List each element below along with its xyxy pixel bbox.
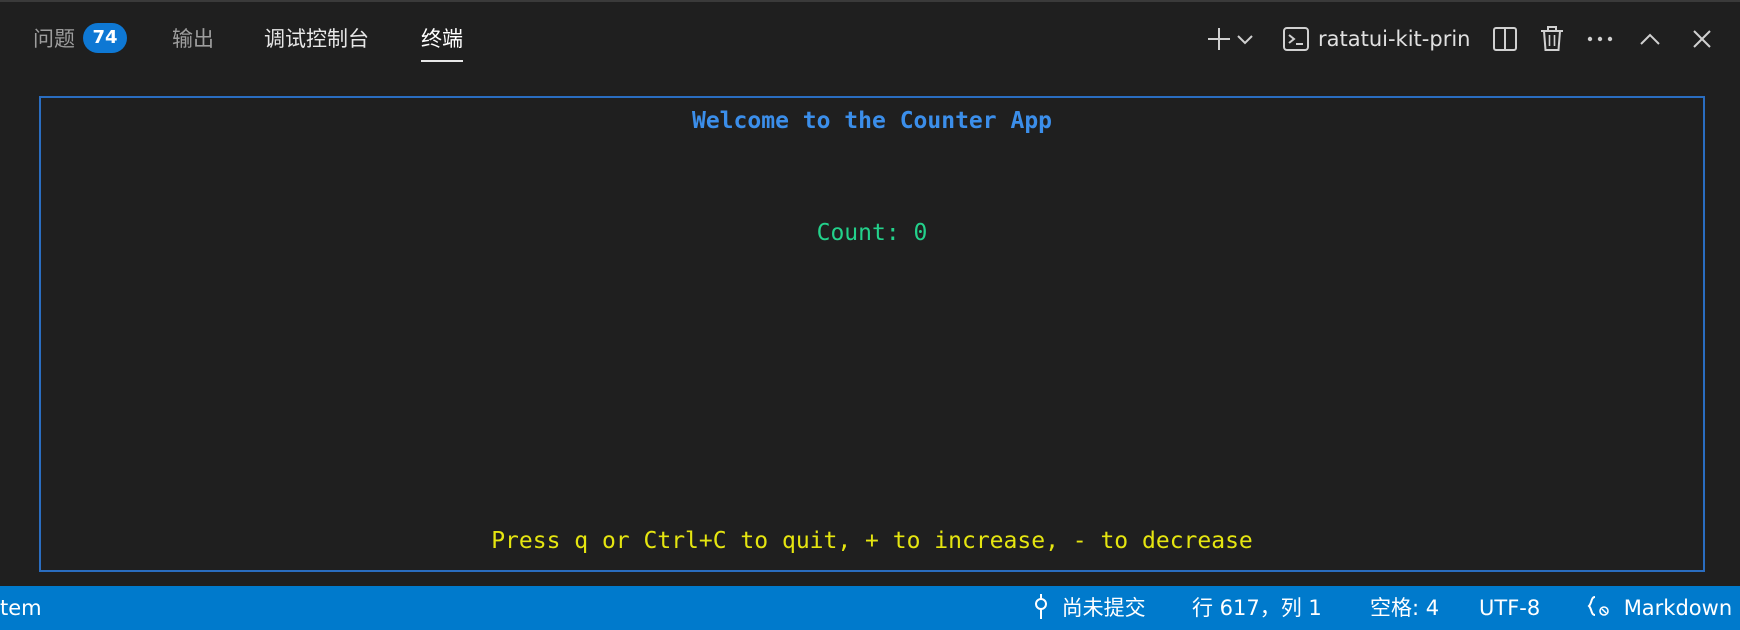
close-icon [1693, 30, 1711, 48]
split-terminal-button[interactable] [1485, 20, 1525, 58]
trash-icon [1541, 26, 1563, 51]
tab-terminal[interactable]: 终端 [421, 22, 463, 62]
cursor-position-item[interactable]: 行 617，列 1 [1192, 586, 1322, 630]
tab-problems-label: 问题 [33, 27, 75, 51]
status-left-item[interactable]: tem [0, 586, 42, 630]
problems-count-badge: 74 [83, 23, 127, 53]
split-icon [1493, 27, 1517, 51]
plus-icon [1208, 28, 1230, 50]
chevron-up-icon [1640, 33, 1660, 45]
tab-output-label: 输出 [172, 27, 214, 51]
indentation-item[interactable]: 空格: 4 [1370, 586, 1439, 630]
tab-output[interactable]: 输出 [172, 22, 214, 56]
terminal-profile-dropdown[interactable] [1230, 20, 1260, 58]
braces-icon [1587, 596, 1609, 616]
chevron-down-icon [1237, 35, 1253, 45]
git-status-item[interactable]: 尚未提交 [1033, 586, 1146, 630]
maximize-panel-button[interactable] [1630, 20, 1670, 58]
welcome-title: Welcome to the Counter App [691, 108, 1053, 134]
close-panel-button[interactable] [1682, 20, 1722, 58]
terminal-instance-name[interactable]: ratatui-kit-prin [1318, 24, 1470, 54]
counter-value: Count: 0 [816, 220, 928, 246]
tab-terminal-label: 终端 [421, 27, 463, 51]
language-mode-label: Markdown [1623, 596, 1733, 620]
ellipsis-icon [1587, 36, 1613, 42]
language-mode-item[interactable]: Markdown [1587, 586, 1732, 630]
encoding-item[interactable]: UTF-8 [1479, 586, 1540, 630]
panel-tab-bar: 问题 74 输出 调试控制台 终端 ratatui-kit-prin [0, 0, 1740, 78]
terminal-icon [1283, 27, 1309, 51]
tab-debug-console-label: 调试控制台 [264, 27, 369, 51]
status-bar: tem 尚未提交 行 617，列 1 空格: 4 UTF-8 Markdown [0, 586, 1740, 630]
tab-problems[interactable]: 问题 74 [33, 22, 127, 56]
terminal-instance-icon-button[interactable] [1276, 20, 1316, 58]
more-actions-button[interactable] [1580, 20, 1620, 58]
active-tab-indicator [421, 60, 463, 62]
terminal-panel: 问题 74 输出 调试控制台 终端 ratatui-kit-prin Welco… [0, 0, 1740, 630]
tab-debug-console[interactable]: 调试控制台 [264, 22, 369, 56]
kill-terminal-button[interactable] [1532, 20, 1572, 58]
git-status-label: 尚未提交 [1061, 596, 1146, 620]
help-instructions: Press q or Ctrl+C to quit, + to increase… [491, 528, 1253, 554]
terminal-output-frame[interactable]: Welcome to the Counter App Count: 0 Pres… [39, 96, 1705, 572]
git-commit-icon [1035, 594, 1047, 619]
